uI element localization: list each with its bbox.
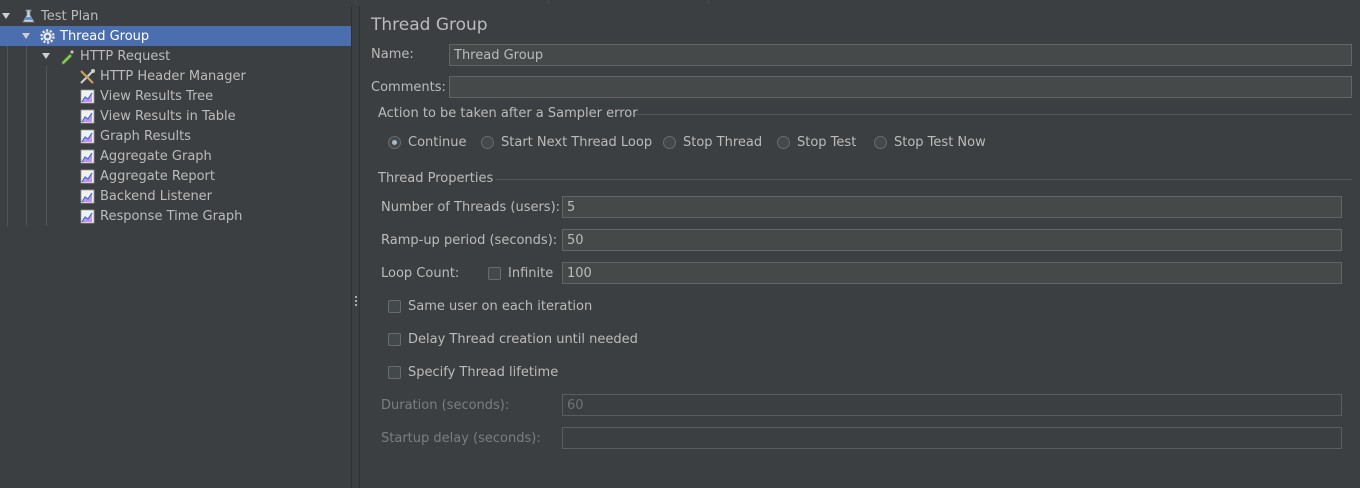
tree-node-response-time-graph[interactable]: Response Time Graph (0, 206, 351, 226)
tree-node-aggregate-report[interactable]: Aggregate Report (0, 166, 351, 186)
tree-node-label: Response Time Graph (100, 208, 243, 224)
radio-start-next-thread-loop[interactable] (481, 136, 494, 149)
radio-start-next-thread-loop-label[interactable]: Start Next Thread Loop (501, 135, 652, 150)
threads-label: Number of Threads (users): (381, 200, 561, 215)
tree-node-test-plan[interactable]: Test Plan (0, 6, 351, 26)
graph-icon (79, 128, 96, 145)
tree-node-http-header-manager[interactable]: HTTP Header Manager (0, 66, 351, 86)
thread-group-panel: Thread Group Name: Comments: Action to b… (361, 6, 1360, 488)
tree-node-label: View Results in Table (100, 108, 236, 124)
thread-properties-group-title: Thread Properties (378, 171, 494, 186)
delay-thread-label[interactable]: Delay Thread creation until needed (408, 332, 638, 347)
grip-dot (355, 304, 357, 306)
radio-stop-thread[interactable] (663, 136, 676, 149)
delay-thread-checkbox[interactable] (388, 333, 401, 346)
expand-toggle-icon[interactable] (42, 53, 50, 59)
tree-node-label: HTTP Header Manager (100, 68, 246, 84)
page-title: Thread Group (371, 15, 488, 35)
sampler-error-group-title: Action to be taken after a Sampler error (378, 106, 638, 121)
tree-node-view-results-in-table[interactable]: View Results in Table (0, 106, 351, 126)
tree-node-label: Thread Group (60, 28, 150, 44)
graph-icon (79, 108, 96, 125)
radio-continue[interactable] (388, 136, 401, 149)
threads-field[interactable] (562, 196, 1342, 218)
tree-node-thread-group[interactable]: Thread Group (0, 26, 351, 46)
duration-field[interactable] (562, 394, 1342, 416)
tree-node-graph-results[interactable]: Graph Results (0, 126, 351, 146)
same-user-checkbox[interactable] (388, 300, 401, 313)
expand-toggle-icon[interactable] (2, 13, 10, 19)
graph-icon (79, 88, 96, 105)
loop-count-label: Loop Count: (381, 266, 460, 281)
flask-icon (20, 8, 37, 25)
tree-node-label: Graph Results (100, 128, 191, 144)
comments-field[interactable] (449, 76, 1352, 98)
grip-dot (355, 296, 357, 298)
thread-lifetime-checkbox[interactable] (388, 366, 401, 379)
startup-delay-field[interactable] (562, 427, 1342, 449)
radio-stop-test-now[interactable] (874, 136, 887, 149)
graph-icon (79, 168, 96, 185)
tree-node-http-request[interactable]: HTTP Request (0, 46, 351, 66)
expand-toggle-icon[interactable] (22, 33, 30, 39)
radio-stop-test-now-label[interactable]: Stop Test Now (894, 135, 986, 150)
split-pane-divider[interactable] (351, 6, 360, 488)
tree-node-label: Aggregate Report (100, 168, 215, 184)
radio-stop-test[interactable] (777, 136, 790, 149)
tools-icon (79, 68, 96, 85)
graph-icon (79, 148, 96, 165)
startup-delay-label: Startup delay (seconds): (381, 431, 541, 446)
name-field[interactable] (449, 44, 1352, 66)
test-plan-tree: Test Plan Thread Group HTTP Request HTTP… (0, 6, 351, 488)
same-user-label[interactable]: Same user on each iteration (408, 299, 592, 314)
thread-properties-group-border (496, 179, 1352, 180)
radio-continue-label[interactable]: Continue (408, 135, 466, 150)
pipette-icon (59, 48, 76, 65)
tree-node-view-results-tree[interactable]: View Results Tree (0, 86, 351, 106)
tree-node-backend-listener[interactable]: Backend Listener (0, 186, 351, 206)
tree-node-aggregate-graph[interactable]: Aggregate Graph (0, 146, 351, 166)
thread-lifetime-label[interactable]: Specify Thread lifetime (408, 365, 558, 380)
grip-dot (355, 300, 357, 302)
tree-node-label: Backend Listener (100, 188, 213, 204)
name-label: Name: (371, 47, 414, 62)
tree-node-label: View Results Tree (100, 88, 214, 104)
tree-node-label: HTTP Request (80, 48, 171, 64)
graph-icon (79, 208, 96, 225)
loop-count-field[interactable] (562, 262, 1342, 284)
radio-stop-test-label[interactable]: Stop Test (797, 135, 856, 150)
sampler-error-group-border (634, 114, 1352, 115)
rampup-field[interactable] (562, 229, 1342, 251)
tree-node-label: Aggregate Graph (100, 148, 212, 164)
duration-label: Duration (seconds): (381, 398, 510, 413)
tree-node-label: Test Plan (41, 8, 99, 24)
graph-icon (79, 188, 96, 205)
infinite-label[interactable]: Infinite (508, 266, 553, 281)
radio-stop-thread-label[interactable]: Stop Thread (683, 135, 762, 150)
rampup-label: Ramp-up period (seconds): (381, 233, 558, 248)
comments-label: Comments: (371, 80, 446, 95)
gear-icon (39, 28, 56, 45)
infinite-checkbox[interactable] (488, 267, 501, 280)
